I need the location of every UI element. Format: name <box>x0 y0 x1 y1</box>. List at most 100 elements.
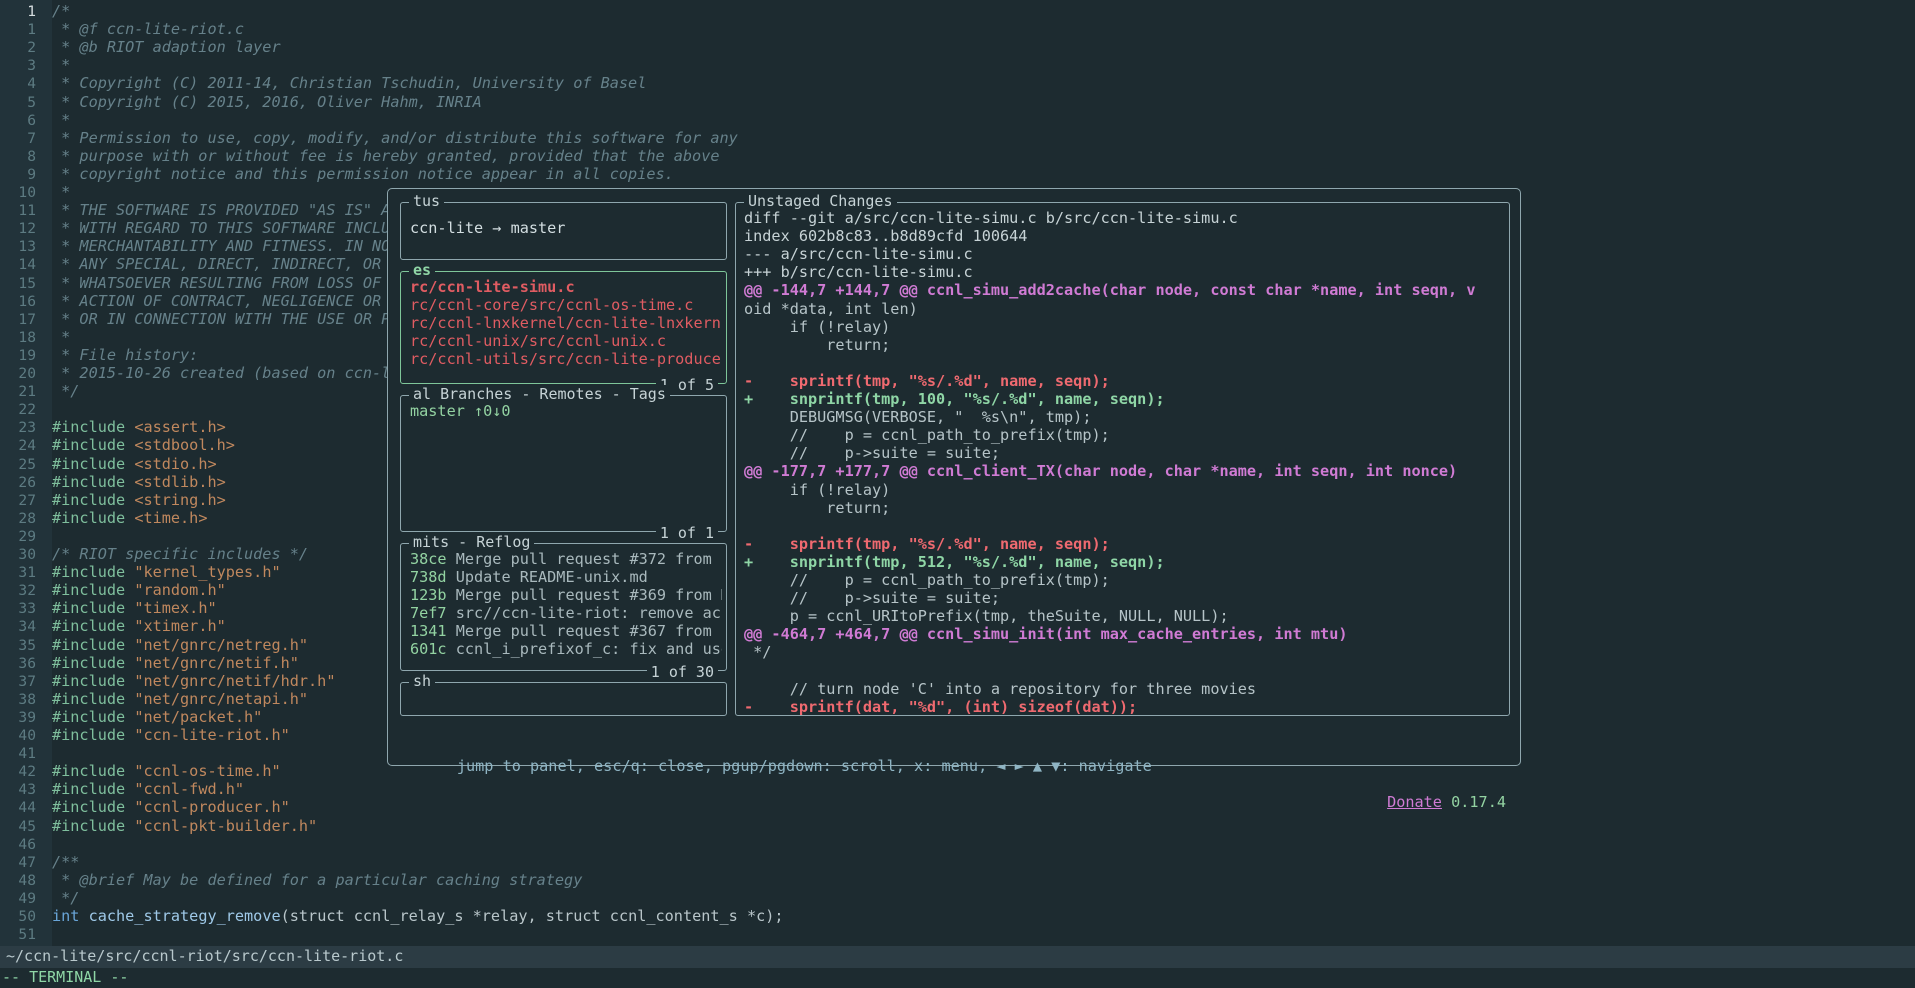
diff-line: // p->suite = suite; <box>744 589 1001 608</box>
code-line: 30 /* RIOT specific includes */ <box>0 545 308 563</box>
branch-list-item[interactable]: master ↑0↓0 <box>410 402 511 420</box>
diff-line: + snprintf(tmp, 100, "%s/.%d", name, seq… <box>744 390 1165 408</box>
line-number: 12 <box>18 220 36 238</box>
file-list-item[interactable]: rc/ccn-lite-simu.c <box>410 278 720 296</box>
diff-line: --- a/src/ccn-lite-simu.c <box>744 245 973 264</box>
commit-message: Merge pull request #372 from c <box>446 550 722 568</box>
stash-panel-title: sh <box>409 672 436 690</box>
commit-list-item[interactable]: 1341 Merge pull request #367 from P <box>410 622 722 640</box>
line-number: 19 <box>18 346 36 364</box>
code-line: 24 #include <stdbool.h> <box>0 436 234 454</box>
code-text: #include <stdlib.h> <box>52 472 226 491</box>
lazygit-commits-panel[interactable]: mits - Reflog 1 of 30 38ce Merge pull re… <box>400 533 727 681</box>
code-line: 29 <box>0 527 52 545</box>
code-text: #include "kernel_types.h" <box>52 563 281 582</box>
diff-line: + snprintf(tmp, 512, "%s/.%d", name, seq… <box>744 552 1165 571</box>
line-number: 32 <box>18 582 36 600</box>
line-number: 31 <box>18 564 36 582</box>
lazygit-branches-panel[interactable]: al Branches - Remotes - Tags 1 of 1 mast… <box>400 385 727 542</box>
commit-message: ccnl_i_prefixof_c: fix and use <box>446 640 722 658</box>
code-line: 10 * <box>0 183 70 201</box>
code-line: 46 <box>0 835 52 853</box>
code-line: 38 #include "net/gnrc/netapi.h" <box>0 690 308 708</box>
diff-line: +++ b/src/ccn-lite-simu.c <box>744 263 973 282</box>
line-number: 16 <box>18 292 36 310</box>
line-number: 5 <box>27 93 36 111</box>
code-line: 50 int cache_strategy_remove(struct ccnl_… <box>0 907 784 925</box>
code-text: /* <box>52 2 71 20</box>
donate-link[interactable]: Donate <box>1387 793 1442 811</box>
line-number: 36 <box>18 654 36 672</box>
lazygit-files-panel[interactable]: es 1 of 5 rc/ccn-lite-simu.c rc/ccnl-core… <box>400 261 727 394</box>
commits-panel-title: mits - Reflog <box>409 533 535 551</box>
code-line: 37 #include "net/gnrc/netif/hdr.h" <box>0 672 335 690</box>
code-text: #include "ccnl-fwd.h" <box>52 780 245 799</box>
code-line: 6 * <box>0 111 70 129</box>
commit-message: src//ccn-lite-riot: remove acc <box>446 604 722 622</box>
code-text: int cache_strategy_remove(struct ccnl_re… <box>52 907 784 925</box>
line-number: 1 <box>27 3 36 20</box>
status-panel-title: tus <box>409 192 445 210</box>
diff-line: index 602b8c83..b8d89cfd 100644 <box>744 227 1028 246</box>
diff-line: if (!relay) <box>744 317 891 336</box>
screen-root: 1/* 1 * @f ccn-lite-riot.c 2 * @b RIOT ada… <box>0 0 1915 988</box>
file-list-item[interactable]: rc/ccnl-unix/src/ccnl-unix.c <box>410 332 720 350</box>
diff-line: @@ -464,7 +464,7 @@ ccnl_simu_init(int m… <box>744 625 1348 644</box>
code-text: * <box>52 327 71 346</box>
code-text: * Permission to use, copy, modify, and/o… <box>52 128 738 147</box>
commit-list-item[interactable]: 123b Merge pull request #369 from M <box>410 586 722 604</box>
line-number: 9 <box>27 165 36 183</box>
diff-line: @@ -144,7 +144,7 @@ ccnl_simu_add2cache(… <box>744 281 1476 300</box>
lazygit-diff-panel[interactable]: Unstaged Changes diff --git a/src/ccn-li… <box>735 192 1510 716</box>
line-number: 17 <box>18 310 36 328</box>
file-list-item[interactable]: rc/ccnl-core/src/ccnl-os-time.c <box>410 296 720 314</box>
code-line: 5 * Copyright (C) 2015, 2016, Oliver Hah… <box>0 93 482 111</box>
code-line: 41 <box>0 744 52 762</box>
line-number: 43 <box>18 781 36 799</box>
code-line: 48 * @brief May be defined for a particu… <box>0 871 582 889</box>
code-line: 34 #include "xtimer.h" <box>0 617 225 635</box>
code-text: #include <string.h> <box>52 490 226 509</box>
code-text: #include "net/packet.h" <box>52 707 263 726</box>
lazygit-window[interactable]: tus ccn-lite → master es 1 of 5 rc/ccn-l… <box>387 188 1521 811</box>
code-text: #include "ccnl-os-time.h" <box>52 762 281 781</box>
code-text: #include "net/gnrc/netif.h" <box>52 653 299 672</box>
commit-list-item[interactable]: 38ce Merge pull request #372 from c <box>410 550 722 568</box>
commit-list-item[interactable]: 738d Update README-unix.md <box>410 568 722 586</box>
code-text: * @brief May be defined for a particular… <box>52 870 583 889</box>
diff-line: p = ccnl_URItoPrefix(tmp, theSuite, NULL… <box>744 607 1229 626</box>
code-text: * File history: <box>52 345 199 364</box>
commit-list-item[interactable]: 601c ccnl_i_prefixof_c: fix and use <box>410 640 722 658</box>
diff-line: // p->suite = suite; <box>744 444 1001 463</box>
diff-line: oid *data, int len) <box>744 299 918 318</box>
diff-line: - sprintf(dat, "%d", (int) sizeof(dat)); <box>744 697 1138 716</box>
code-line: 1 * @f ccn-lite-riot.c <box>0 20 244 38</box>
line-number: 45 <box>18 817 36 835</box>
line-number: 11 <box>18 202 36 220</box>
line-number: 26 <box>18 473 36 491</box>
line-number: 6 <box>27 111 36 129</box>
line-number: 33 <box>18 600 36 618</box>
code-line: 51 <box>0 925 52 943</box>
code-line: 19 * File history: <box>0 346 198 364</box>
lazygit-stash-panel[interactable]: sh <box>400 672 727 716</box>
lazygit-version <box>1442 793 1451 811</box>
code-text: * @b RIOT adaption layer <box>52 38 281 57</box>
file-list-item[interactable]: rc/ccnl-utils/src/ccn-lite-produce. <box>410 350 720 368</box>
commit-sha: 38ce <box>410 550 447 568</box>
code-text: * <box>52 183 71 201</box>
code-line: 22 <box>0 400 52 418</box>
lazygit-version-value: 0.17.4 <box>1451 793 1506 811</box>
line-number: 23 <box>18 419 36 437</box>
code-text: */ <box>52 382 80 401</box>
diff-line: diff --git a/src/ccn-lite-simu.c b/src/c… <box>744 209 1238 227</box>
file-list-item[interactable]: rc/ccnl-lnxkernel/ccn-lite-lnxkerne <box>410 314 720 332</box>
status-panel-row[interactable]: ccn-lite → master <box>410 219 565 237</box>
line-number: 20 <box>18 365 36 382</box>
code-text: #include <assert.h> <box>52 418 226 437</box>
commit-list-item[interactable]: 7ef7 src//ccn-lite-riot: remove acc <box>410 604 722 622</box>
diff-line: DEBUGMSG(VERBOSE, " %s\n", tmp); <box>744 408 1092 427</box>
diff-line: // turn node 'C' into a repository for t… <box>744 679 1257 698</box>
lazygit-status-panel[interactable]: tus ccn-lite → master <box>400 192 727 260</box>
line-number: 14 <box>18 256 36 274</box>
